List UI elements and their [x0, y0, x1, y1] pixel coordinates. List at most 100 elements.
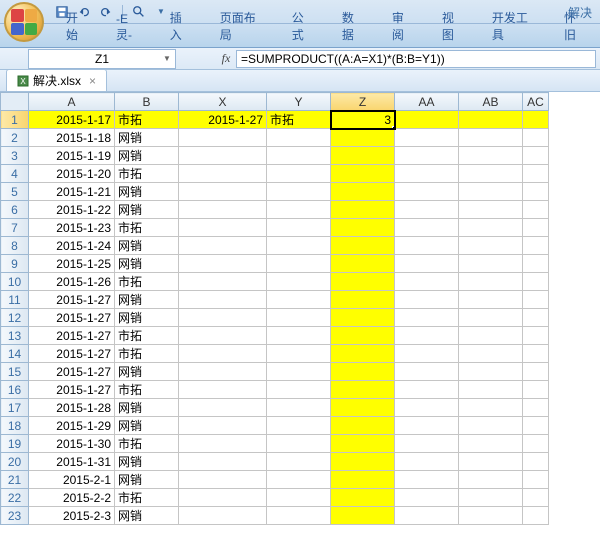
cell[interactable]: [459, 201, 523, 219]
cell[interactable]: 2015-1-27: [29, 291, 115, 309]
cell[interactable]: 网销: [115, 363, 179, 381]
cell[interactable]: 2015-1-27: [29, 327, 115, 345]
cell[interactable]: [179, 129, 267, 147]
row-header[interactable]: 15: [1, 363, 29, 381]
cell[interactable]: 网销: [115, 507, 179, 525]
cell[interactable]: [395, 201, 459, 219]
ribbon-tab-layout[interactable]: 页面布局: [206, 5, 278, 47]
cell[interactable]: [523, 183, 549, 201]
row-header[interactable]: 1: [1, 111, 29, 129]
cell[interactable]: 网销: [115, 237, 179, 255]
workbook-tab-active[interactable]: X 解决.xlsx ×: [6, 69, 107, 91]
cell[interactable]: [331, 471, 395, 489]
cell[interactable]: [523, 111, 549, 129]
cell[interactable]: [267, 183, 331, 201]
column-header-AB[interactable]: AB: [459, 93, 523, 111]
cell[interactable]: [179, 489, 267, 507]
cell[interactable]: 2015-2-2: [29, 489, 115, 507]
row-header[interactable]: 23: [1, 507, 29, 525]
row-header[interactable]: 16: [1, 381, 29, 399]
cell[interactable]: [267, 417, 331, 435]
cell[interactable]: [267, 363, 331, 381]
cell[interactable]: [179, 363, 267, 381]
cell[interactable]: [523, 363, 549, 381]
cell[interactable]: [331, 219, 395, 237]
cell[interactable]: 2015-1-21: [29, 183, 115, 201]
cell[interactable]: [331, 381, 395, 399]
name-box[interactable]: Z1 ▼: [28, 49, 176, 69]
cell[interactable]: [267, 291, 331, 309]
cell[interactable]: [395, 309, 459, 327]
cell[interactable]: [459, 237, 523, 255]
cell[interactable]: [331, 183, 395, 201]
row-header[interactable]: 18: [1, 417, 29, 435]
cell[interactable]: [179, 399, 267, 417]
cell[interactable]: 网销: [115, 183, 179, 201]
cell[interactable]: [179, 291, 267, 309]
cell[interactable]: [523, 273, 549, 291]
cell[interactable]: [395, 327, 459, 345]
row-header[interactable]: 9: [1, 255, 29, 273]
cell[interactable]: [523, 417, 549, 435]
ribbon-tab-view[interactable]: 视图: [428, 5, 478, 47]
cell[interactable]: 3: [331, 111, 395, 129]
cell[interactable]: [523, 345, 549, 363]
column-header-A[interactable]: A: [29, 93, 115, 111]
row-header[interactable]: 12: [1, 309, 29, 327]
cell[interactable]: 市拓: [267, 111, 331, 129]
cell[interactable]: [395, 345, 459, 363]
name-box-dropdown-icon[interactable]: ▼: [161, 52, 173, 66]
cell[interactable]: [267, 489, 331, 507]
cell[interactable]: 网销: [115, 453, 179, 471]
cell[interactable]: [179, 147, 267, 165]
cell[interactable]: [331, 363, 395, 381]
cell[interactable]: [267, 471, 331, 489]
row-header[interactable]: 10: [1, 273, 29, 291]
column-header-Z[interactable]: Z: [331, 93, 395, 111]
cell[interactable]: 市拓: [115, 165, 179, 183]
cell[interactable]: [523, 471, 549, 489]
row-header[interactable]: 3: [1, 147, 29, 165]
cell[interactable]: [267, 309, 331, 327]
cell[interactable]: [331, 129, 395, 147]
cell[interactable]: 市拓: [115, 345, 179, 363]
cell[interactable]: [179, 327, 267, 345]
cell[interactable]: 网销: [115, 201, 179, 219]
ribbon-tab-review[interactable]: 审阅: [378, 5, 428, 47]
cell[interactable]: [523, 165, 549, 183]
cell[interactable]: [459, 291, 523, 309]
cell[interactable]: [459, 363, 523, 381]
cell[interactable]: [179, 471, 267, 489]
cell[interactable]: [395, 489, 459, 507]
row-header[interactable]: 7: [1, 219, 29, 237]
row-header[interactable]: 2: [1, 129, 29, 147]
cell[interactable]: [267, 219, 331, 237]
cell[interactable]: [523, 147, 549, 165]
ribbon-tab-data[interactable]: 数据: [328, 5, 378, 47]
cell[interactable]: [267, 129, 331, 147]
ribbon-tab-dev[interactable]: 开发工具: [478, 5, 550, 47]
cell[interactable]: [179, 201, 267, 219]
cell[interactable]: [523, 327, 549, 345]
cell[interactable]: 网销: [115, 399, 179, 417]
cell[interactable]: [523, 489, 549, 507]
cell[interactable]: 网销: [115, 309, 179, 327]
cell[interactable]: [523, 129, 549, 147]
cell[interactable]: [179, 237, 267, 255]
cell[interactable]: [523, 435, 549, 453]
cell[interactable]: [179, 183, 267, 201]
cell[interactable]: [179, 453, 267, 471]
cell[interactable]: 2015-1-19: [29, 147, 115, 165]
cell[interactable]: [331, 507, 395, 525]
cell[interactable]: [395, 111, 459, 129]
column-header-AC[interactable]: AC: [523, 93, 549, 111]
select-all-corner[interactable]: [1, 93, 29, 111]
cell[interactable]: [395, 471, 459, 489]
cell[interactable]: [267, 273, 331, 291]
ribbon-tab-formula[interactable]: 公式: [278, 5, 328, 47]
row-header[interactable]: 8: [1, 237, 29, 255]
cell[interactable]: [395, 363, 459, 381]
cell[interactable]: [331, 399, 395, 417]
cell[interactable]: 2015-1-20: [29, 165, 115, 183]
row-header[interactable]: 13: [1, 327, 29, 345]
